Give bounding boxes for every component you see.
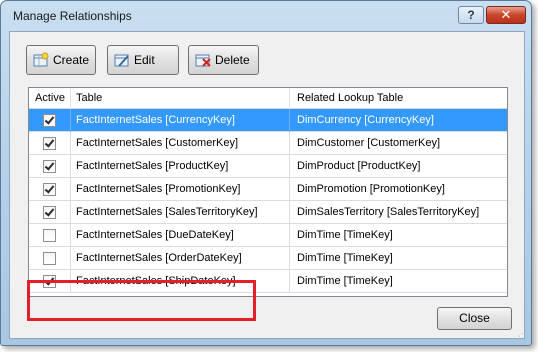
lookup-cell: DimProduct [ProductKey] bbox=[297, 160, 421, 172]
dialog-body: Create Edit Delete Active Table Related … bbox=[9, 31, 526, 339]
column-header-lookup[interactable]: Related Lookup Table bbox=[297, 92, 403, 104]
table-cell: FactInternetSales [DueDateKey] bbox=[76, 229, 234, 241]
lookup-cell: DimCurrency [CurrencyKey] bbox=[297, 114, 434, 126]
column-divider[interactable] bbox=[70, 88, 71, 109]
create-button[interactable]: Create bbox=[26, 45, 96, 75]
table-cell: FactInternetSales [OrderDateKey] bbox=[76, 252, 242, 264]
cell-divider bbox=[70, 224, 71, 247]
cell-divider bbox=[289, 201, 290, 224]
column-divider[interactable] bbox=[289, 88, 290, 109]
active-checkbox[interactable] bbox=[43, 183, 56, 196]
table-cell: FactInternetSales [CustomerKey] bbox=[76, 137, 239, 149]
active-checkbox[interactable] bbox=[43, 252, 56, 265]
active-checkbox[interactable] bbox=[43, 229, 56, 242]
table-cell: FactInternetSales [CurrencyKey] bbox=[76, 114, 235, 126]
table-cell: FactInternetSales [SalesTerritoryKey] bbox=[76, 206, 258, 218]
cell-divider bbox=[289, 178, 290, 201]
lookup-cell: DimCustomer [CustomerKey] bbox=[297, 137, 441, 149]
edit-label: Edit bbox=[134, 53, 155, 67]
create-label: Create bbox=[53, 53, 90, 67]
cell-divider bbox=[70, 201, 71, 224]
column-header-active[interactable]: Active bbox=[35, 92, 65, 104]
lookup-cell: DimPromotion [PromotionKey] bbox=[297, 183, 445, 195]
table-row[interactable]: FactInternetSales [CustomerKey] DimCustom… bbox=[29, 132, 507, 155]
delete-label: Delete bbox=[215, 53, 250, 67]
window-close-button[interactable]: ✕ bbox=[486, 6, 526, 24]
edit-icon bbox=[114, 52, 130, 68]
cell-divider bbox=[70, 247, 71, 270]
cell-divider bbox=[289, 155, 290, 178]
relationships-grid[interactable]: Active Table Related Lookup Table FactIn… bbox=[28, 87, 508, 297]
cell-divider bbox=[289, 132, 290, 155]
table-row[interactable]: FactInternetSales [SalesTerritoryKey] Dim… bbox=[29, 201, 507, 224]
active-checkbox[interactable] bbox=[43, 114, 56, 127]
cell-divider bbox=[70, 155, 71, 178]
check-mark-icon bbox=[44, 160, 55, 171]
cell-divider bbox=[289, 224, 290, 247]
manage-relationships-dialog: Manage Relationships ? ✕ Create Edit Del… bbox=[0, 0, 532, 346]
active-checkbox[interactable] bbox=[43, 137, 56, 150]
check-mark-icon bbox=[44, 206, 55, 217]
help-button[interactable]: ? bbox=[458, 6, 484, 24]
cell-divider bbox=[289, 270, 290, 293]
resize-grip[interactable]: ⋰ bbox=[518, 330, 526, 338]
table-row[interactable]: FactInternetSales [CurrencyKey] DimCurren… bbox=[29, 109, 507, 132]
close-button[interactable]: Close bbox=[437, 307, 512, 330]
grid-header: Active Table Related Lookup Table bbox=[29, 88, 507, 109]
table-row[interactable]: FactInternetSales [DueDateKey] DimTime [T… bbox=[29, 224, 507, 247]
window-title: Manage Relationships bbox=[13, 9, 132, 23]
check-mark-icon bbox=[44, 137, 55, 148]
lookup-cell: DimTime [TimeKey] bbox=[297, 229, 393, 241]
column-header-table[interactable]: Table bbox=[76, 92, 102, 104]
check-mark-icon bbox=[44, 114, 55, 125]
edit-button[interactable]: Edit bbox=[107, 45, 179, 75]
cell-divider bbox=[70, 132, 71, 155]
highlight-annotation bbox=[27, 280, 256, 321]
table-cell: FactInternetSales [PromotionKey] bbox=[76, 183, 241, 195]
table-row[interactable]: FactInternetSales [ProductKey] DimProduct… bbox=[29, 155, 507, 178]
cell-divider bbox=[289, 247, 290, 270]
active-checkbox[interactable] bbox=[43, 160, 56, 173]
check-mark-icon bbox=[44, 183, 55, 194]
table-row[interactable]: FactInternetSales [OrderDateKey] DimTime … bbox=[29, 247, 507, 270]
cell-divider bbox=[70, 178, 71, 201]
title-bar[interactable]: Manage Relationships ? ✕ bbox=[1, 1, 531, 31]
cell-divider bbox=[289, 109, 290, 132]
table-cell: FactInternetSales [ProductKey] bbox=[76, 160, 229, 172]
delete-icon bbox=[195, 52, 211, 68]
create-icon bbox=[33, 52, 49, 68]
lookup-cell: DimSalesTerritory [SalesTerritoryKey] bbox=[297, 206, 480, 218]
cell-divider bbox=[70, 109, 71, 132]
lookup-cell: DimTime [TimeKey] bbox=[297, 275, 393, 287]
table-row[interactable]: FactInternetSales [PromotionKey] DimPromo… bbox=[29, 178, 507, 201]
active-checkbox[interactable] bbox=[43, 206, 56, 219]
lookup-cell: DimTime [TimeKey] bbox=[297, 252, 393, 264]
delete-button[interactable]: Delete bbox=[188, 45, 259, 75]
